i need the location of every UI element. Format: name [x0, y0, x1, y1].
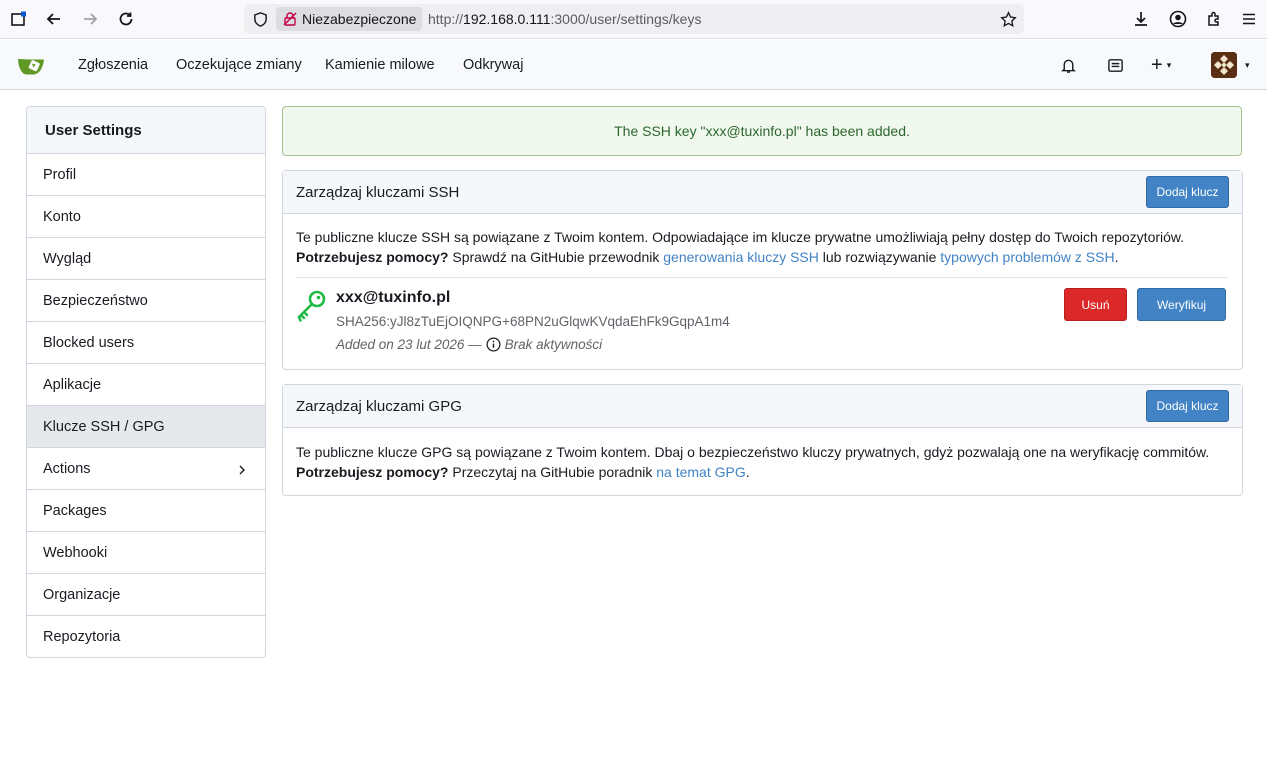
tab-icon[interactable]	[6, 6, 32, 32]
url-host: 192.168.0.111	[463, 11, 551, 27]
ssh-keys-panel: Zarządzaj kluczami SSH Dodaj klucz Te pu…	[282, 170, 1243, 370]
info-icon	[486, 337, 501, 352]
help-text: .	[1114, 249, 1119, 265]
security-label: Niezabezpieczone	[302, 11, 417, 27]
forward-icon[interactable]	[77, 6, 103, 32]
delete-ssh-key-button[interactable]: Usuń	[1064, 288, 1127, 321]
gpg-description-line: Te publiczne klucze GPG są powiązane z T…	[296, 444, 1210, 460]
account-icon[interactable]	[1165, 6, 1191, 32]
help-label: Potrzebujesz pomocy?	[296, 464, 449, 480]
key-icon	[295, 288, 329, 322]
ssh-panel-header: Zarządzaj kluczami SSH Dodaj klucz	[283, 171, 1242, 214]
ssh-description: Te publiczne klucze SSH są powiązane z T…	[296, 227, 1184, 267]
plus-icon: +	[1151, 54, 1163, 76]
sidebar-item-webhooks[interactable]: Webhooki	[27, 532, 265, 574]
app-navbar: Zgłoszenia Oczekujące zmiany Kamienie mi…	[0, 40, 1267, 90]
nav-milestones[interactable]: Kamienie milowe	[325, 40, 435, 90]
menu-icon[interactable]	[1236, 6, 1262, 32]
nav-issues[interactable]: Zgłoszenia	[78, 40, 148, 90]
sidebar-item-actions[interactable]: Actions	[27, 448, 265, 490]
nav-explore[interactable]: Odkrywaj	[463, 40, 523, 90]
success-flash-message: The SSH key "xxx@tuxinfo.pl" has been ad…	[282, 106, 1242, 156]
reload-icon[interactable]	[113, 6, 139, 32]
ssh-key-added-info: Added on 23 lut 2026 — Brak aktywności	[336, 337, 602, 352]
ssh-help-line: Potrzebujesz pomocy? Sprawdź na GitHubie…	[296, 247, 1184, 267]
sidebar-item-appearance[interactable]: Wygląd	[27, 238, 265, 280]
gpg-description: Te publiczne klucze GPG są powiązane z T…	[296, 442, 1209, 482]
shield-icon[interactable]	[250, 9, 270, 29]
sidebar-item-organizations[interactable]: Organizacje	[27, 574, 265, 616]
sidebar-item-label: Actions	[43, 461, 91, 477]
extensions-icon[interactable]	[1201, 6, 1227, 32]
verify-ssh-key-button[interactable]: Weryfikuj	[1137, 288, 1226, 321]
help-text: Sprawdź na GitHubie przewodnik	[448, 249, 664, 265]
sidebar-item-blocked-users[interactable]: Blocked users	[27, 322, 265, 364]
url-path: :3000/user/settings/keys	[550, 11, 702, 27]
sidebar-title: User Settings	[27, 107, 265, 154]
download-icon[interactable]	[1128, 6, 1154, 32]
browser-toolbar: Niezabezpieczone http://192.168.0.111:30…	[0, 0, 1267, 39]
insecure-lock-icon	[283, 12, 297, 26]
sidebar-item-account[interactable]: Konto	[27, 196, 265, 238]
bookmark-star-icon[interactable]	[998, 9, 1018, 29]
back-icon[interactable]	[41, 6, 67, 32]
sidebar-item-ssh-gpg-keys[interactable]: Klucze SSH / GPG	[27, 406, 265, 448]
gpg-panel-title: Zarządzaj kluczami GPG	[296, 398, 462, 415]
chevron-down-icon: ▾	[1166, 59, 1172, 70]
sidebar-item-security[interactable]: Bezpieczeństwo	[27, 280, 265, 322]
sidebar-item-profile[interactable]: Profil	[27, 154, 265, 196]
add-gpg-key-button[interactable]: Dodaj klucz	[1146, 390, 1229, 422]
repo-icon[interactable]	[1104, 54, 1126, 76]
ssh-key-added-date: Added on 23 lut 2026 —	[336, 337, 482, 352]
help-label: Potrzebujesz pomocy?	[296, 249, 449, 265]
help-text: .	[745, 464, 750, 480]
ssh-panel-title: Zarządzaj kluczami SSH	[296, 184, 460, 201]
create-menu[interactable]: + ▾	[1151, 54, 1187, 76]
gpg-panel-header: Zarządzaj kluczami GPG Dodaj klucz	[283, 385, 1242, 428]
help-text: lub rozwiązywanie	[818, 249, 941, 265]
gpg-keys-panel: Zarządzaj kluczami GPG Dodaj klucz Te pu…	[282, 384, 1243, 496]
sidebar-item-applications[interactable]: Aplikacje	[27, 364, 265, 406]
ssh-key-activity: Brak aktywności	[504, 337, 603, 352]
url-prefix: http://	[428, 11, 464, 27]
nav-pull-requests[interactable]: Oczekujące zmiany	[176, 40, 302, 90]
gpg-help-line: Potrzebujesz pomocy? Przeczytaj na GitHu…	[296, 462, 1209, 482]
chevron-right-icon	[237, 448, 247, 490]
add-ssh-key-button[interactable]: Dodaj klucz	[1146, 176, 1229, 208]
chevron-down-icon[interactable]: ▾	[1245, 40, 1250, 90]
avatar[interactable]	[1211, 52, 1237, 78]
sidebar-item-packages[interactable]: Packages	[27, 490, 265, 532]
settings-sidebar: User Settings Profil Konto Wygląd Bezpie…	[26, 106, 266, 658]
url-text[interactable]: http://192.168.0.111:3000/user/settings/…	[428, 4, 701, 34]
ssh-key-name: xxx@tuxinfo.pl	[336, 289, 451, 306]
ssh-key-fingerprint: SHA256:yJl8zTuEjOIQNPG+68PN2uGlqwKVqdaEh…	[336, 314, 730, 329]
connection-security-badge[interactable]: Niezabezpieczone	[276, 7, 423, 31]
sidebar-item-repositories[interactable]: Repozytoria	[27, 616, 265, 657]
gpg-guide-link[interactable]: na temat GPG	[656, 464, 745, 480]
help-text: Przeczytaj na GitHubie poradnik	[448, 464, 657, 480]
ssh-troubleshoot-link[interactable]: typowych problemów z SSH	[940, 249, 1114, 265]
gitea-logo[interactable]	[16, 53, 48, 77]
ssh-description-line: Te publiczne klucze SSH są powiązane z T…	[296, 229, 1185, 245]
bell-icon[interactable]	[1057, 54, 1079, 76]
divider	[296, 277, 1228, 278]
ssh-generate-guide-link[interactable]: generowania kluczy SSH	[663, 249, 819, 265]
url-bar[interactable]: Niezabezpieczone http://192.168.0.111:30…	[244, 4, 1024, 34]
